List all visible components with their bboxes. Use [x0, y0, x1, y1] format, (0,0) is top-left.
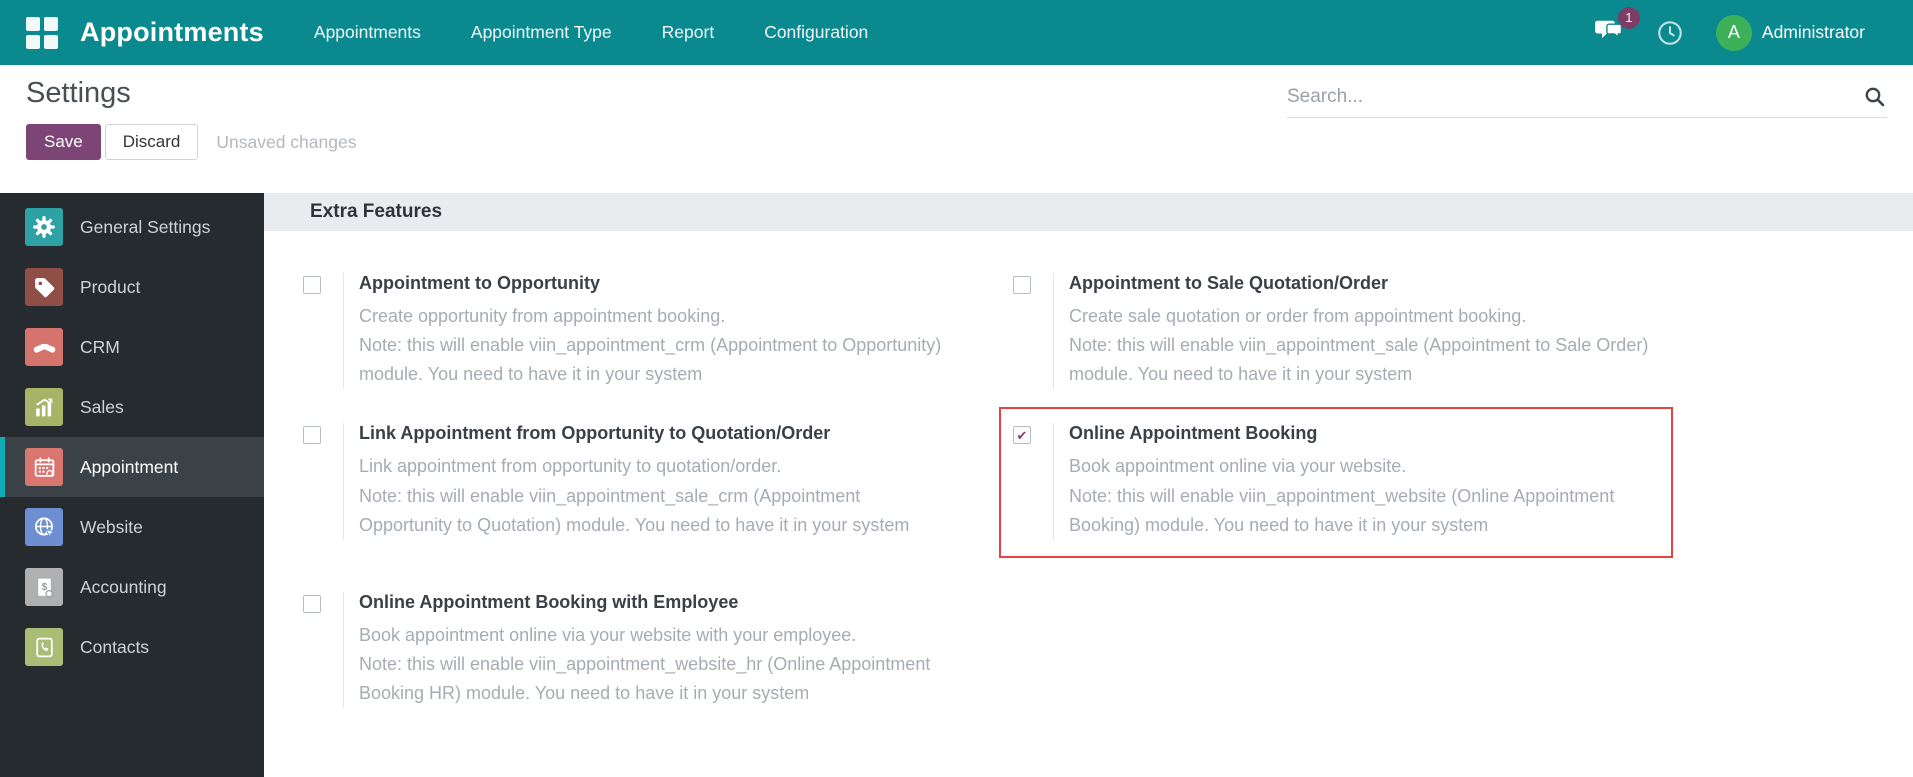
- setting-link-appointment-opportunity: Link Appointment from Opportunity to Quo…: [303, 423, 1013, 540]
- setting-description: Create sale quotation or order from appo…: [1069, 306, 1527, 326]
- menu-appointment-type[interactable]: Appointment Type: [469, 16, 614, 49]
- settings-main: Extra Features Appointment to Opportunit…: [264, 193, 1913, 777]
- settings-grid: Appointment to Opportunity Create opport…: [264, 231, 1913, 742]
- sidebar-item-label: Product: [80, 276, 141, 297]
- setting-description: Create opportunity from appointment book…: [359, 306, 726, 326]
- messages-badge: 1: [1617, 7, 1640, 29]
- setting-note: Note: this will enable viin_appointment_…: [1069, 485, 1615, 535]
- setting-appointment-to-opportunity: Appointment to Opportunity Create opport…: [303, 273, 1013, 390]
- settings-sidebar: General Settings Product CRM Sales Appoi…: [0, 193, 264, 777]
- sidebar-item-appointment[interactable]: Appointment: [0, 437, 264, 497]
- avatar: A: [1715, 14, 1752, 51]
- setting-title[interactable]: Appointment to Opportunity: [359, 273, 943, 294]
- top-navbar: Appointments Appointments Appointment Ty…: [0, 0, 1913, 65]
- main-menu: Appointments Appointment Type Report Con…: [312, 16, 870, 49]
- gear-icon: [25, 208, 63, 246]
- unsaved-changes-label: Unsaved changes: [216, 131, 357, 152]
- sidebar-item-label: Contacts: [80, 636, 150, 657]
- search-input[interactable]: [1287, 86, 1863, 108]
- setting-title[interactable]: Online Appointment Booking with Employee: [359, 592, 943, 613]
- bar-chart-icon: [25, 388, 63, 426]
- online-booking-checkbox[interactable]: [1013, 426, 1031, 445]
- sidebar-item-crm[interactable]: CRM: [0, 317, 264, 377]
- sidebar-item-label: Accounting: [80, 576, 167, 597]
- setting-note: Note: this will enable viin_appointment_…: [359, 654, 931, 704]
- setting-title[interactable]: Link Appointment from Opportunity to Quo…: [359, 423, 943, 444]
- contact-card-icon: [25, 628, 63, 666]
- online-booking-employee-checkbox[interactable]: [303, 594, 321, 613]
- sidebar-item-label: Website: [80, 516, 143, 537]
- sidebar-item-general-settings[interactable]: General Settings: [0, 197, 264, 257]
- globe-icon: [25, 508, 63, 546]
- sidebar-item-accounting[interactable]: $ Accounting: [0, 557, 264, 617]
- sidebar-item-label: CRM: [80, 336, 120, 357]
- sidebar-item-label: Appointment: [80, 456, 179, 477]
- sidebar-item-sales[interactable]: Sales: [0, 377, 264, 437]
- apps-grid-icon[interactable]: [26, 16, 58, 49]
- save-button[interactable]: Save: [26, 124, 101, 160]
- sidebar-item-label: General Settings: [80, 216, 211, 237]
- search-icon[interactable]: [1863, 85, 1887, 109]
- app-title: Appointments: [80, 17, 264, 47]
- appointment-to-sale-checkbox[interactable]: [1013, 276, 1031, 294]
- messages-button[interactable]: 1: [1594, 7, 1640, 48]
- setting-online-appointment-booking: Online Appointment Booking Book appointm…: [999, 407, 1673, 558]
- sidebar-item-label: Sales: [80, 396, 124, 417]
- username: Administrator: [1761, 22, 1865, 42]
- appointment-to-opportunity-checkbox[interactable]: [303, 276, 321, 294]
- setting-online-booking-with-employee: Online Appointment Booking with Employee…: [303, 591, 1013, 709]
- section-title: Extra Features: [264, 193, 1913, 231]
- control-panel: Settings Save Discard Unsaved changes: [0, 65, 1913, 193]
- setting-description: Link appointment from opportunity to quo…: [359, 456, 782, 477]
- calendar-icon: [25, 448, 63, 486]
- sidebar-item-contacts[interactable]: Contacts: [0, 617, 264, 677]
- sidebar-item-product[interactable]: Product: [0, 257, 264, 317]
- setting-note: Note: this will enable viin_appointment_…: [1069, 335, 1649, 385]
- search-box: [1287, 85, 1887, 118]
- user-menu[interactable]: A Administrator: [1715, 14, 1865, 51]
- menu-report[interactable]: Report: [660, 16, 717, 49]
- menu-appointments[interactable]: Appointments: [312, 16, 423, 49]
- setting-note: Note: this will enable viin_appointment_…: [359, 335, 942, 385]
- setting-appointment-to-sale: Appointment to Sale Quotation/Order Crea…: [1013, 273, 1673, 390]
- link-appointment-checkbox[interactable]: [303, 426, 321, 445]
- setting-title[interactable]: Online Appointment Booking: [1069, 423, 1653, 444]
- menu-configuration[interactable]: Configuration: [762, 16, 870, 49]
- tag-icon: [25, 268, 63, 306]
- setting-note: Note: this will enable viin_appointment_…: [359, 485, 910, 535]
- setting-description: Book appointment online via your website…: [1069, 456, 1407, 477]
- handshake-icon: [25, 328, 63, 366]
- discard-button[interactable]: Discard: [104, 124, 199, 160]
- setting-title[interactable]: Appointment to Sale Quotation/Order: [1069, 273, 1653, 294]
- invoice-icon: $: [25, 568, 63, 606]
- activities-clock-icon[interactable]: [1656, 19, 1684, 47]
- setting-description: Book appointment online via your website…: [359, 624, 857, 645]
- sidebar-item-website[interactable]: Website: [0, 497, 264, 557]
